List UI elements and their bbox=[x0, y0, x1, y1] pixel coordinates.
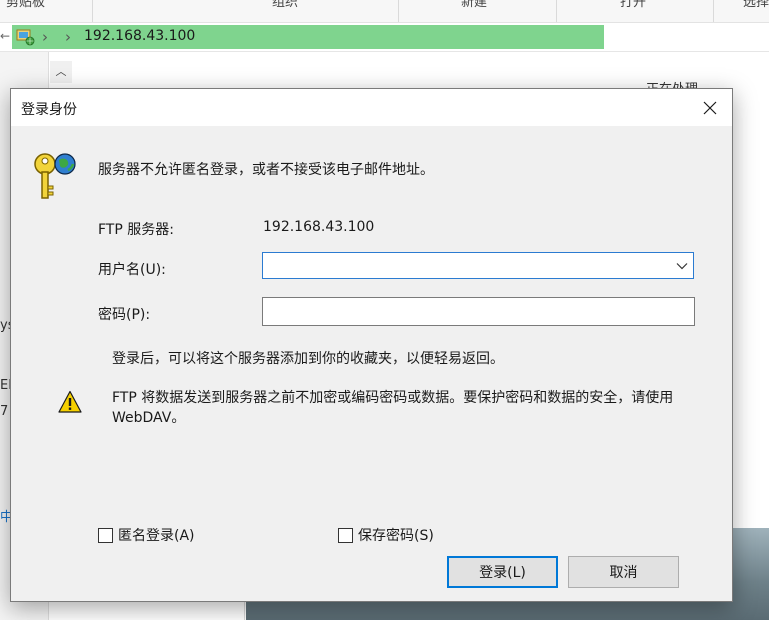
address-bar[interactable]: › › 192.168.43.100 bbox=[12, 25, 604, 49]
ribbon-group-open: 打开 bbox=[620, 0, 647, 10]
address-path: 192.168.43.100 bbox=[84, 28, 196, 44]
dialog-title: 登录身份 bbox=[21, 102, 77, 118]
password-label: 密码(P): bbox=[98, 307, 151, 323]
ribbon-group-organize: 组织 bbox=[272, 0, 299, 10]
chevron-right-icon[interactable]: › bbox=[65, 28, 71, 46]
ftp-server-label: FTP 服务器: bbox=[98, 222, 174, 238]
close-button[interactable] bbox=[688, 89, 732, 126]
cancel-button[interactable]: 取消 bbox=[568, 556, 679, 588]
login-button[interactable]: 登录(L) bbox=[447, 556, 558, 588]
chevron-right-icon[interactable]: › bbox=[42, 28, 48, 46]
username-combobox[interactable] bbox=[262, 252, 694, 279]
background-file-list bbox=[52, 600, 245, 620]
network-location-icon bbox=[16, 29, 35, 46]
ribbon-group-clipboard: 剪贴板 bbox=[6, 0, 46, 10]
checkbox-box[interactable] bbox=[338, 527, 353, 543]
username-label: 用户名(U): bbox=[98, 262, 166, 278]
dialog-body: 服务器不允许匿名登录，或者不接受该电子邮件地址。 FTP 服务器: 192.16… bbox=[11, 126, 732, 601]
chevron-down-icon[interactable] bbox=[675, 259, 689, 273]
save-password-checkbox[interactable]: 保存密码(S) bbox=[338, 525, 434, 545]
security-warning-text: FTP 将数据发送到服务器之前不加密或编码密码或数据。要保护密码和数据的安全，请… bbox=[112, 390, 674, 426]
dialog-message: 服务器不允许匿名登录，或者不接受该电子邮件地址。 bbox=[98, 162, 434, 178]
anonymous-login-label: 匿名登录(A) bbox=[118, 528, 195, 544]
warning-icon bbox=[58, 390, 82, 413]
address-row: ← › › 192.168.43.100 bbox=[0, 24, 769, 52]
ftp-server-value: 192.168.43.100 bbox=[263, 219, 375, 235]
checkbox-box[interactable] bbox=[98, 527, 113, 543]
login-dialog: 登录身份 服务器不允许匿名登录，或者不接受该电子邮件地址。 FTP 服务器: 1… bbox=[10, 88, 733, 602]
close-icon bbox=[703, 101, 717, 114]
ribbon-group-select: 选择 bbox=[743, 0, 769, 10]
anonymous-login-checkbox[interactable]: 匿名登录(A) bbox=[98, 525, 195, 545]
back-arrow-icon[interactable]: ← bbox=[0, 29, 10, 43]
save-password-label: 保存密码(S) bbox=[358, 528, 434, 544]
dialog-titlebar[interactable]: 登录身份 bbox=[11, 89, 732, 126]
favorites-hint: 登录后，可以将这个服务器添加到你的收藏夹，以便轻易返回。 bbox=[112, 351, 504, 367]
password-field[interactable] bbox=[262, 297, 695, 326]
key-globe-icon bbox=[34, 153, 76, 199]
username-input[interactable] bbox=[263, 253, 675, 278]
scroll-up-button[interactable]: ︿ bbox=[50, 61, 72, 83]
ribbon-group-new: 新建 bbox=[461, 0, 488, 10]
ribbon-group-labels: 剪贴板 组织 新建 打开 选择 bbox=[0, 0, 769, 23]
